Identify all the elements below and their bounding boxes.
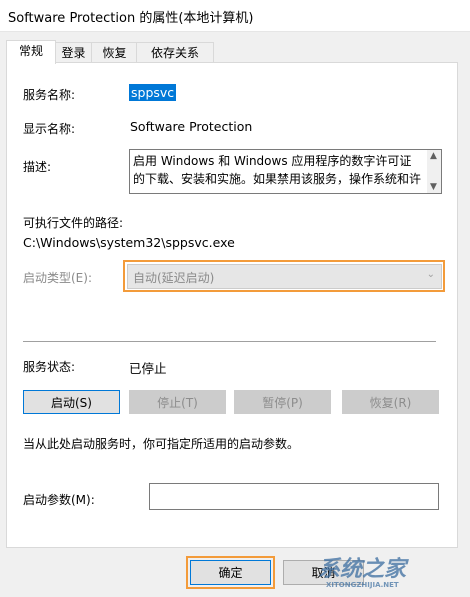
service-status-label: 服务状态: [23, 360, 76, 374]
hint-text: 当从此处启动服务时，你可指定所适用的启动参数。 [23, 437, 300, 451]
watermark-subtext: XITONGZHIJIA.NET [326, 581, 399, 589]
title-bar: Software Protection 的属性(本地计算机) [0, 0, 470, 32]
stop-button[interactable]: 停止(T) [129, 390, 226, 414]
tab-general[interactable]: 常规 [6, 40, 56, 64]
service-status-value: 已停止 [129, 361, 167, 376]
display-name-label: 显示名称: [23, 122, 76, 136]
ok-button[interactable]: 确定 [190, 560, 271, 585]
scroll-down-icon[interactable]: ▼ [430, 182, 437, 192]
description-scrollbar[interactable]: ▲ ▼ [427, 150, 441, 193]
tab-recovery[interactable]: 恢复 [91, 42, 138, 63]
description-box[interactable]: 启用 Windows 和 Windows 应用程序的数字许可证的下载、安装和实施… [129, 149, 442, 194]
start-params-input[interactable] [149, 483, 439, 510]
description-label: 描述: [23, 160, 52, 174]
startup-type-value: 自动(延迟启动) [133, 271, 215, 285]
window-title: Software Protection 的属性(本地计算机) [8, 11, 254, 26]
watermark-logo: 系统之家 XITONGZHIJIA.NET [318, 551, 468, 595]
description-text: 启用 Windows 和 Windows 应用程序的数字许可证的下载、安装和实施… [133, 154, 422, 186]
chevron-down-icon: ⌄ [426, 269, 435, 280]
exe-path-value[interactable]: C:\Windows\system32\sppsvc.exe [23, 235, 235, 250]
start-params-label: 启动参数(M): [23, 493, 95, 507]
start-button[interactable]: 启动(S) [23, 390, 120, 414]
display-name-value[interactable]: Software Protection [130, 119, 252, 134]
scroll-up-icon[interactable]: ▲ [430, 151, 437, 161]
exe-path-label: 可执行文件的路径: [23, 216, 124, 230]
pause-button[interactable]: 暂停(P) [234, 390, 331, 414]
service-name-label: 服务名称: [23, 88, 76, 102]
watermark-text: 系统之家 [318, 556, 407, 582]
resume-button[interactable]: 恢复(R) [342, 390, 439, 414]
startup-type-label: 启动类型(E): [23, 271, 92, 285]
startup-type-select[interactable]: 自动(延迟启动) ⌄ [127, 264, 442, 289]
service-name-value[interactable]: sppsvc [129, 84, 177, 101]
tab-logon[interactable]: 登录 [54, 42, 93, 63]
tab-dependencies[interactable]: 依存关系 [136, 42, 214, 63]
general-panel: 服务名称: sppsvc 显示名称: Software Protection 描… [6, 62, 458, 548]
separator [23, 341, 436, 342]
